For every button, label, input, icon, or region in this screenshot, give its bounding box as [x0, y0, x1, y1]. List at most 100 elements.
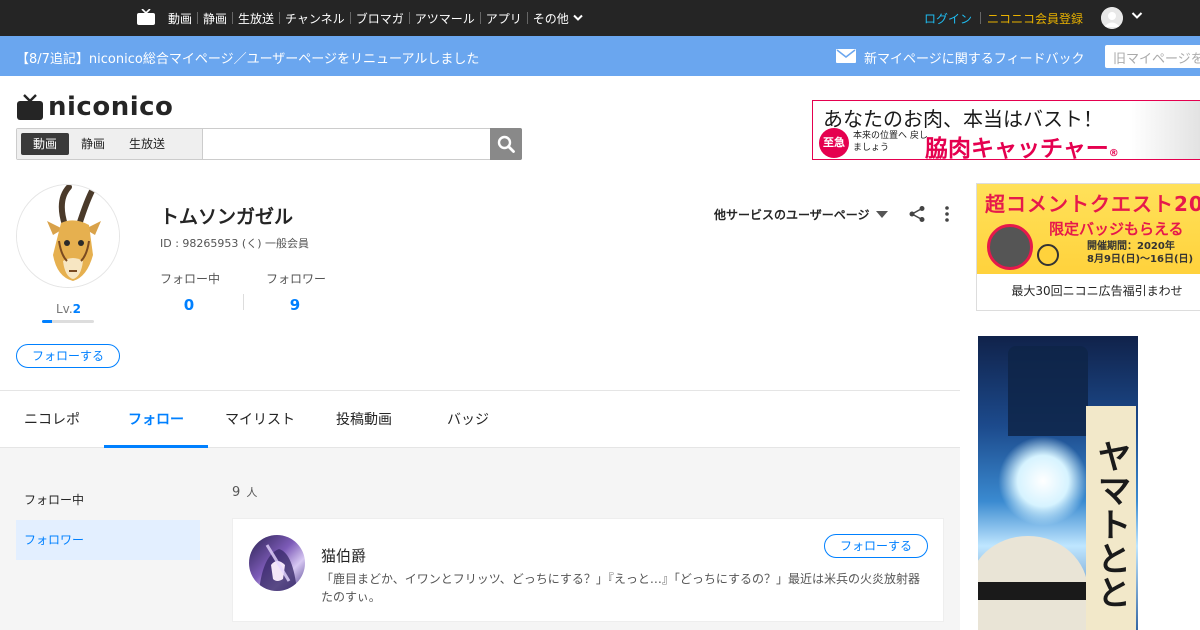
nav-divider — [279, 12, 281, 24]
chevron-down-icon — [573, 14, 583, 21]
feedback-link[interactable]: 新マイページに関するフィードバック — [864, 48, 1084, 67]
list-item: 猫伯爵 「鹿目まどか、イワンとフリッツ、どっちにする？」『えっと…』「どっちにす… — [232, 518, 944, 622]
register-link[interactable]: ニコニコ会員登録 — [987, 10, 1083, 27]
old-mypage-button[interactable]: 旧マイページを — [1105, 45, 1200, 68]
level-progress-bar — [42, 320, 94, 323]
followers-label: フォロワー — [266, 272, 327, 286]
profile-tabs: ニコレポ フォロー マイリスト 投稿動画 バッジ — [0, 390, 960, 448]
search-input[interactable] — [203, 129, 490, 159]
ad-product-label: 脇肉キャッチャー — [925, 136, 1109, 160]
search-tab-seiga[interactable]: 静画 — [69, 133, 117, 155]
follower-count-unit: 人 — [246, 486, 258, 499]
ad-banner-side[interactable]: 超コメントクエスト20 限定バッジもらえる 開催期間：2020年 8月9日(日)… — [976, 183, 1200, 311]
notice-bar: 【8/7追記】niconico総合マイページ／ユーザーページをリニューアルしまし… — [0, 36, 1200, 76]
ad-badge: 至急 — [819, 128, 849, 158]
ad-date-line2: 8月9日(日)～16日(日) — [1087, 254, 1194, 265]
login-link[interactable]: ログイン — [924, 10, 972, 27]
mail-icon — [836, 49, 856, 63]
nav-item-channel[interactable]: チャンネル — [281, 10, 349, 27]
nav-divider — [980, 12, 981, 24]
chevron-down-icon[interactable] — [1131, 11, 1143, 21]
account-avatar[interactable] — [1101, 7, 1123, 29]
follower-count-value: 9 — [232, 485, 241, 500]
ad-banner-tall[interactable]: ヤマトとと — [978, 336, 1138, 630]
profile-avatar — [16, 184, 120, 288]
nav-item-seiga[interactable]: 静画 — [199, 10, 231, 27]
other-service-dropdown[interactable]: 他サービスのユーザーページ — [714, 206, 888, 223]
user-avatar-image — [259, 544, 297, 591]
ad-caption: 最大30回ニコニ広告福引まわせ — [1011, 284, 1183, 298]
sidebar-item-followers[interactable]: フォロワー — [16, 520, 200, 560]
badge-coin-image — [987, 224, 1033, 270]
nav-item-app[interactable]: アプリ — [482, 10, 526, 27]
user-icon — [1101, 7, 1123, 29]
follower-count: 9 人 — [232, 484, 257, 500]
niconico-tv-icon — [17, 94, 43, 120]
nav-item-blomaga[interactable]: ブロマガ — [352, 10, 408, 27]
nav-more-label: その他 — [532, 11, 569, 26]
tab-mylist[interactable]: マイリスト — [208, 391, 312, 448]
niconico-logo[interactable]: niconico — [16, 92, 173, 122]
other-service-label: 他サービスのユーザーページ — [714, 208, 870, 222]
gazelle-avatar-image — [17, 185, 119, 287]
ad-title: ヤマトとと — [1086, 406, 1136, 630]
ad-image: 超コメントクエスト20 限定バッジもらえる 開催期間：2020年 8月9日(日)… — [977, 184, 1200, 274]
ad-registered-mark: ® — [1108, 148, 1119, 159]
nav-item-atsumaru[interactable]: アツマール — [411, 10, 479, 27]
ad-character-visor — [978, 582, 1088, 600]
nav-divider — [232, 12, 234, 24]
tab-nicorepo[interactable]: ニコレポ — [0, 391, 104, 448]
ad-ship-image — [1008, 346, 1088, 436]
search-button[interactable] — [490, 128, 522, 160]
search-tab-video[interactable]: 動画 — [21, 133, 70, 155]
stat-divider — [243, 294, 244, 310]
nav-divider — [408, 12, 410, 24]
nav-item-live[interactable]: 生放送 — [234, 10, 278, 27]
search-type-tabs: 動画 静画 生放送 — [17, 129, 203, 159]
ad-subtitle: 限定バッジもらえる — [1049, 220, 1184, 238]
ad-subtext: 本来の位置へ 戻しましょう — [853, 131, 928, 153]
nav-divider — [349, 12, 351, 24]
level-label: Lv. — [56, 302, 73, 316]
ad-title: 超コメントクエスト20 — [985, 192, 1200, 216]
level-progress-fill — [42, 320, 53, 323]
ad-banner-top[interactable]: あなたのお肉、本当はバスト！ 至急 本来の位置へ 戻しましょう 脇肉キャッチャー… — [812, 100, 1200, 160]
level-value: 2 — [72, 302, 82, 316]
profile-username: トムソンガゼル — [160, 206, 294, 228]
avatar[interactable] — [249, 535, 305, 591]
user-name[interactable]: 猫伯爵 — [321, 545, 366, 566]
sidebar-item-following[interactable]: フォロー中 — [16, 480, 200, 520]
nav-divider — [526, 12, 528, 24]
ad-date-line1: 開催期間：2020年 — [1087, 241, 1175, 252]
search-icon — [497, 135, 515, 153]
global-nav-bar: 動画 静画 生放送 チャンネル ブロマガ アツマール アプリ その他 ログイン … — [0, 0, 1200, 36]
follow-button[interactable]: フォローする — [824, 534, 928, 558]
ad-product-name: 脇肉キャッチャー® — [925, 129, 1119, 160]
share-icon[interactable] — [908, 205, 926, 223]
smiley-icon — [1037, 244, 1059, 266]
follow-user-button[interactable]: フォローする — [16, 344, 120, 368]
ad-date: 開催期間：2020年 8月9日(日)～16日(日) — [1087, 240, 1193, 266]
ad-headline: あなたのお肉、本当はバスト！ — [823, 107, 1103, 131]
profile-meta: ID : 98265953 (く) 一般会員 — [160, 237, 309, 250]
logo-wordmark: niconico — [48, 92, 174, 122]
search-tab-live[interactable]: 生放送 — [117, 133, 177, 155]
user-level: Lv.2 — [56, 302, 81, 316]
search-bar: 動画 静画 生放送 — [16, 128, 522, 160]
nav-item-more[interactable]: その他 — [529, 10, 587, 27]
followers-count[interactable]: 9 — [265, 296, 325, 314]
global-nav: 動画 静画 生放送 チャンネル ブロマガ アツマール アプリ その他 — [164, 0, 587, 36]
nav-divider — [197, 12, 199, 24]
more-options-icon[interactable] — [940, 205, 954, 223]
following-label: フォロー中 — [160, 272, 221, 286]
tab-follow[interactable]: フォロー — [104, 391, 208, 448]
niconico-tv-icon[interactable] — [137, 9, 155, 26]
tab-uploaded-videos[interactable]: 投稿動画 — [312, 391, 416, 448]
following-count[interactable]: 0 — [159, 296, 219, 314]
user-description: 「鹿目まどか、イワンとフリッツ、どっちにする？」『えっと…』「どっちにするの？」… — [321, 572, 921, 604]
ad-image — [1131, 101, 1200, 159]
caret-down-icon — [875, 211, 888, 218]
tab-badges[interactable]: バッジ — [416, 391, 520, 448]
nav-item-video[interactable]: 動画 — [164, 10, 196, 27]
notice-link[interactable]: 【8/7追記】niconico総合マイページ／ユーザーページをリニューアルしまし… — [16, 48, 479, 67]
